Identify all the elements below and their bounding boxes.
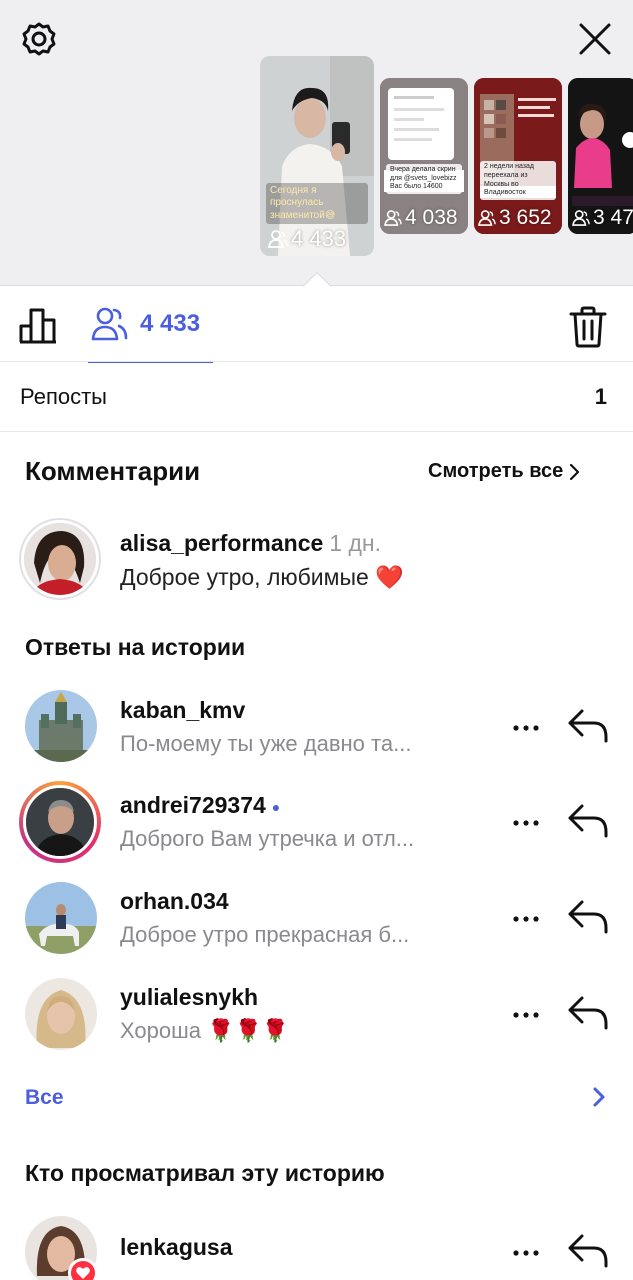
reply-username: yulialesnykh bbox=[120, 984, 259, 1010]
reply-text: Доброе утро прекрасная б... bbox=[120, 922, 410, 947]
settings-gear-icon[interactable] bbox=[14, 14, 64, 64]
comment-text: Доброе утро, любимые ❤️ bbox=[120, 564, 404, 590]
insights-tabbar: 4 433 bbox=[0, 286, 633, 363]
viewers-count: 4 433 bbox=[140, 310, 201, 337]
more-options-icon[interactable] bbox=[508, 1000, 544, 1030]
story-thumbnail[interactable]: Вчера делала скрин для @svets_lovebizz В… bbox=[380, 78, 468, 234]
story-caption: Сегодня я проснулась знаменитой😅 bbox=[266, 182, 368, 224]
chevron-right-icon[interactable] bbox=[592, 1086, 614, 1112]
reposts-label: Репосты bbox=[20, 383, 107, 409]
more-options-icon[interactable] bbox=[508, 808, 544, 838]
chevron-right-icon bbox=[570, 463, 580, 480]
delete-story-button[interactable] bbox=[565, 304, 611, 350]
tab-statistics[interactable] bbox=[18, 306, 68, 348]
reply-username: orhan.034 bbox=[120, 888, 229, 914]
list-item[interactable]: kaban_kmv По-моему ты уже давно та... bbox=[0, 683, 633, 773]
reply-text: Доброго Вам утречка и отл... bbox=[120, 826, 415, 851]
avatar-photo bbox=[26, 788, 94, 856]
reply-username: andrei729374 ● bbox=[120, 792, 281, 818]
unread-dot: ● bbox=[271, 798, 281, 815]
comment-author[interactable]: alisa_performance 1 дн. bbox=[120, 530, 381, 557]
see-all-label: Смотреть все bbox=[428, 460, 564, 482]
avatar-photo bbox=[25, 978, 97, 1050]
reply-arrow-icon[interactable] bbox=[566, 896, 610, 936]
story-caption: 2 недели назад переехала из Москвы во Вл… bbox=[480, 161, 556, 200]
comment-time: 1 дн. bbox=[329, 530, 381, 556]
reply-arrow-icon[interactable] bbox=[566, 705, 610, 745]
viewers-icon bbox=[384, 210, 402, 226]
tab-viewers[interactable]: 4 433 bbox=[88, 286, 213, 363]
avatar-photo bbox=[25, 690, 97, 762]
avatar[interactable] bbox=[19, 518, 101, 600]
trash-icon bbox=[569, 306, 607, 348]
view-count: 3 47 bbox=[572, 206, 633, 230]
bar-chart-icon bbox=[19, 308, 56, 344]
viewers-icon bbox=[478, 210, 496, 226]
list-item[interactable]: andrei729374 ● Доброго Вам утречка и отл.… bbox=[0, 778, 633, 868]
avatar[interactable] bbox=[19, 781, 101, 863]
comments-title: Комментарии bbox=[25, 456, 201, 486]
reply-arrow-icon[interactable] bbox=[566, 992, 610, 1032]
viewers-icon bbox=[91, 307, 128, 341]
viewers-icon bbox=[572, 210, 590, 226]
story-thumbnail[interactable]: 2 недели назад переехала из Москвы во Вл… bbox=[474, 78, 562, 234]
list-item[interactable]: yulialesnykh Хороша 🌹🌹🌹 bbox=[0, 970, 633, 1060]
story-thumbnail[interactable]: 3 47 bbox=[568, 78, 633, 234]
avatar[interactable] bbox=[25, 978, 97, 1050]
list-item[interactable]: lenkagusa bbox=[0, 1204, 633, 1280]
avatar-photo bbox=[24, 523, 96, 595]
view-count: 4 433 bbox=[268, 226, 346, 252]
close-icon[interactable] bbox=[570, 14, 620, 64]
replies-title: Ответы на истории bbox=[25, 634, 246, 660]
all-replies-link[interactable]: Все bbox=[25, 1086, 64, 1110]
reply-arrow-icon[interactable] bbox=[566, 800, 610, 840]
viewers-title: Кто просматривал эту историю bbox=[25, 1160, 385, 1186]
reposts-value: 1 bbox=[594, 383, 607, 409]
reply-text: Хороша 🌹🌹🌹 bbox=[120, 1018, 290, 1043]
story-thumbnail[interactable]: Сегодня я проснулась знаменитой😅 4 433 bbox=[260, 56, 374, 256]
avatar[interactable] bbox=[25, 690, 97, 762]
viewer-username: lenkagusa bbox=[120, 1234, 233, 1260]
story-caption: Вчера делала скрин для @svets_lovebizz В… bbox=[386, 163, 462, 194]
story-strip: Сегодня я проснулась знаменитой😅 4 433 В… bbox=[0, 0, 633, 286]
more-options-icon[interactable] bbox=[508, 1238, 544, 1268]
viewers-icon bbox=[268, 230, 288, 248]
more-options-icon[interactable] bbox=[508, 713, 544, 743]
avatar-photo bbox=[25, 882, 97, 954]
reposts-row: Репосты 1 bbox=[0, 362, 633, 432]
see-all-comments-link[interactable]: Смотреть все bbox=[428, 460, 581, 483]
reply-arrow-icon[interactable] bbox=[566, 1230, 610, 1270]
list-item[interactable]: orhan.034 Доброе утро прекрасная б... bbox=[0, 874, 633, 964]
view-count: 3 652 bbox=[478, 206, 552, 230]
more-options-icon[interactable] bbox=[508, 904, 544, 934]
reply-text: По-моему ты уже давно та... bbox=[120, 731, 412, 756]
view-count: 4 038 bbox=[384, 206, 458, 230]
avatar[interactable] bbox=[25, 882, 97, 954]
reply-username: kaban_kmv bbox=[120, 697, 246, 723]
heart-icon bbox=[68, 1258, 98, 1280]
